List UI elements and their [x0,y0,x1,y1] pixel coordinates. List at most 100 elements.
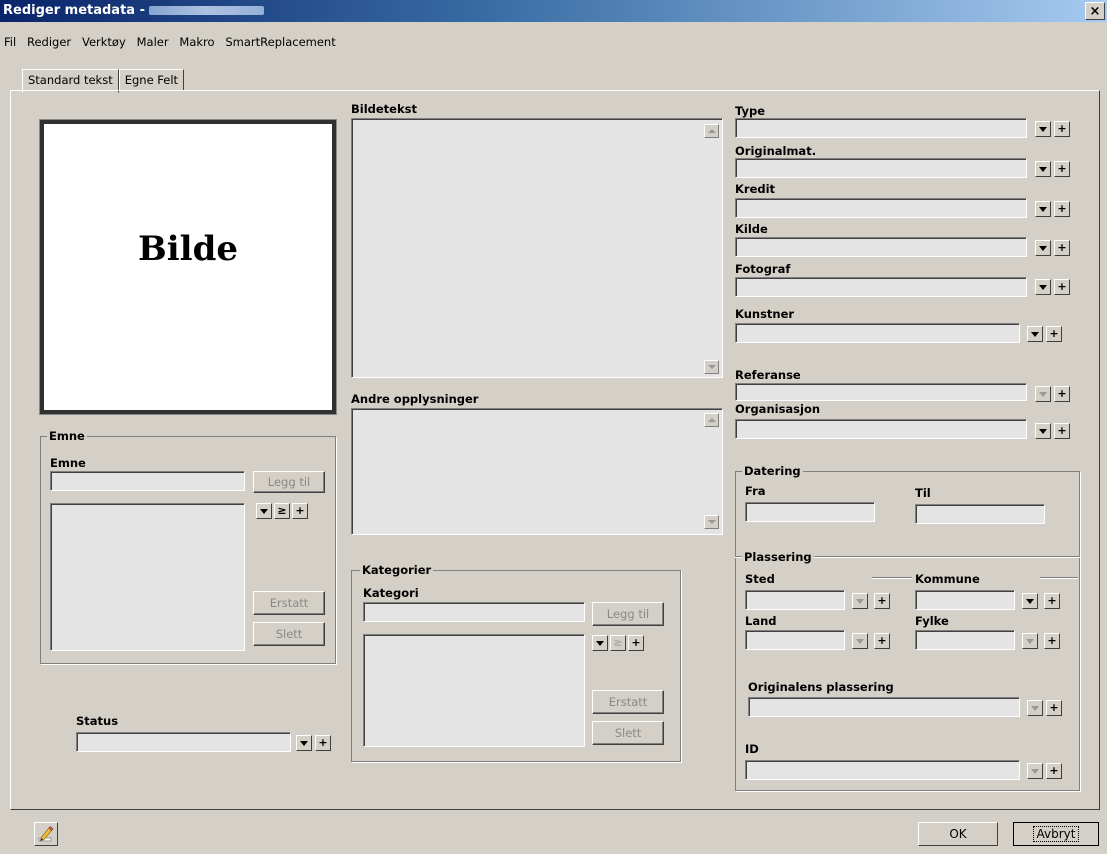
chevron-down-icon [1039,206,1047,212]
organisasjon-plus-button[interactable]: + [1054,423,1070,439]
type-input[interactable] [735,118,1027,138]
sted-input[interactable] [745,590,845,610]
edit-button[interactable] [34,822,58,846]
plus-icon: + [1057,387,1067,400]
plus-icon: + [295,504,305,517]
chevron-down-icon [1039,166,1047,172]
menu-fil[interactable]: Fil [4,35,16,49]
emne-input[interactable] [50,471,245,491]
kategori-field-label: Kategori [363,586,419,600]
originalens-plassering-input[interactable] [748,697,1020,717]
plus-icon: + [1057,122,1067,135]
kategori-input[interactable] [363,602,585,622]
tab-egne-felt[interactable]: Egne Felt [118,69,185,91]
originalmat-label: Originalmat. [735,144,817,158]
land-dropdown-button[interactable] [852,633,868,649]
cancel-button[interactable]: Avbryt [1013,822,1099,846]
referanse-plus-button[interactable]: + [1054,386,1070,402]
scroll-down-icon [707,520,716,524]
kilde-plus-button[interactable]: + [1054,240,1070,256]
menu-smartreplacement[interactable]: SmartReplacement [225,35,335,49]
id-plus-button[interactable]: + [1046,763,1062,779]
kategori-list[interactable] [363,634,585,747]
emne-add-button[interactable]: Legg til [253,471,325,493]
organisasjon-dropdown-button[interactable] [1035,423,1051,439]
kategori-add-button[interactable]: Legg til [592,602,664,626]
fylke-dropdown-button[interactable] [1022,633,1038,649]
kommune-dropdown-button[interactable] [1022,593,1038,609]
fotograf-label: Fotograf [735,262,791,276]
other-info-scroll-up[interactable] [704,413,719,427]
caption-textarea[interactable] [351,118,723,378]
chevron-down-icon [1039,126,1047,132]
menu-maler[interactable]: Maler [137,35,169,49]
fylke-input[interactable] [915,630,1015,650]
scroll-up-icon [707,418,716,422]
status-dropdown-button[interactable] [296,735,312,751]
til-input[interactable] [915,504,1045,524]
kategori-replace-button[interactable]: Erstatt [592,690,664,714]
menu-makro[interactable]: Makro [179,35,214,49]
originalens-plassering-plus-button[interactable]: + [1046,700,1062,716]
originalmat-plus-button[interactable]: + [1054,161,1070,177]
kunstner-dropdown-button[interactable] [1027,326,1043,342]
kategori-plus-button[interactable]: + [628,635,644,651]
sted-dropdown-button[interactable] [852,593,868,609]
close-button[interactable]: × [1085,2,1105,20]
land-plus-button[interactable]: + [874,633,890,649]
kategori-sort-button[interactable]: ≥ [610,635,626,651]
emne-dropdown-button[interactable] [256,503,272,519]
kunstner-plus-button[interactable]: + [1046,326,1062,342]
type-plus-button[interactable]: + [1054,121,1070,137]
kredit-plus-button[interactable]: + [1054,201,1070,217]
kommune-input[interactable] [915,590,1015,610]
originalmat-input[interactable] [735,158,1027,178]
emne-sort-button[interactable]: ≥ [274,503,290,519]
kategori-dropdown-button[interactable] [592,635,608,651]
menu-rediger[interactable]: Rediger [27,35,71,49]
caption-scroll-up[interactable] [704,124,719,138]
plus-icon: + [1049,701,1059,714]
kunstner-input[interactable] [735,323,1020,343]
kredit-label: Kredit [735,182,776,196]
referanse-dropdown-button[interactable] [1035,386,1051,402]
status-plus-button[interactable]: + [315,735,331,751]
caption-scroll-down[interactable] [704,360,719,374]
emne-plus-button[interactable]: + [292,503,308,519]
ok-button[interactable]: OK [918,822,998,846]
plus-icon: + [318,736,328,749]
kunstner-label: Kunstner [735,307,795,321]
sort-icon: ≥ [613,636,623,649]
fylke-plus-button[interactable]: + [1044,633,1060,649]
other-info-scroll-down[interactable] [704,515,719,529]
type-dropdown-button[interactable] [1035,121,1051,137]
status-input[interactable] [76,732,291,752]
emne-delete-button[interactable]: Slett [253,622,325,646]
emne-replace-button[interactable]: Erstatt [253,591,325,615]
other-info-textarea[interactable] [351,408,723,535]
organisasjon-input[interactable] [735,419,1027,439]
kilde-input[interactable] [735,237,1027,257]
plus-icon: + [1057,280,1067,293]
fra-input[interactable] [745,502,875,522]
kredit-dropdown-button[interactable] [1035,201,1051,217]
id-dropdown-button[interactable] [1027,763,1043,779]
id-input[interactable] [745,760,1020,780]
kommune-plus-button[interactable]: + [1044,593,1060,609]
kategori-delete-button[interactable]: Slett [592,721,664,745]
kredit-input[interactable] [735,198,1027,218]
fotograf-plus-button[interactable]: + [1054,279,1070,295]
menu-verktoy[interactable]: Verktøy [82,35,126,49]
originalmat-dropdown-button[interactable] [1035,161,1051,177]
emne-field-label: Emne [50,456,86,470]
referanse-input[interactable] [735,383,1027,401]
chevron-down-icon [596,640,604,646]
emne-list[interactable] [50,503,245,651]
fotograf-dropdown-button[interactable] [1035,279,1051,295]
fotograf-input[interactable] [735,277,1027,297]
originalens-plassering-dropdown-button[interactable] [1027,700,1043,716]
land-input[interactable] [745,630,845,650]
chevron-down-icon [856,598,864,604]
kilde-dropdown-button[interactable] [1035,240,1051,256]
sted-plus-button[interactable]: + [874,593,890,609]
